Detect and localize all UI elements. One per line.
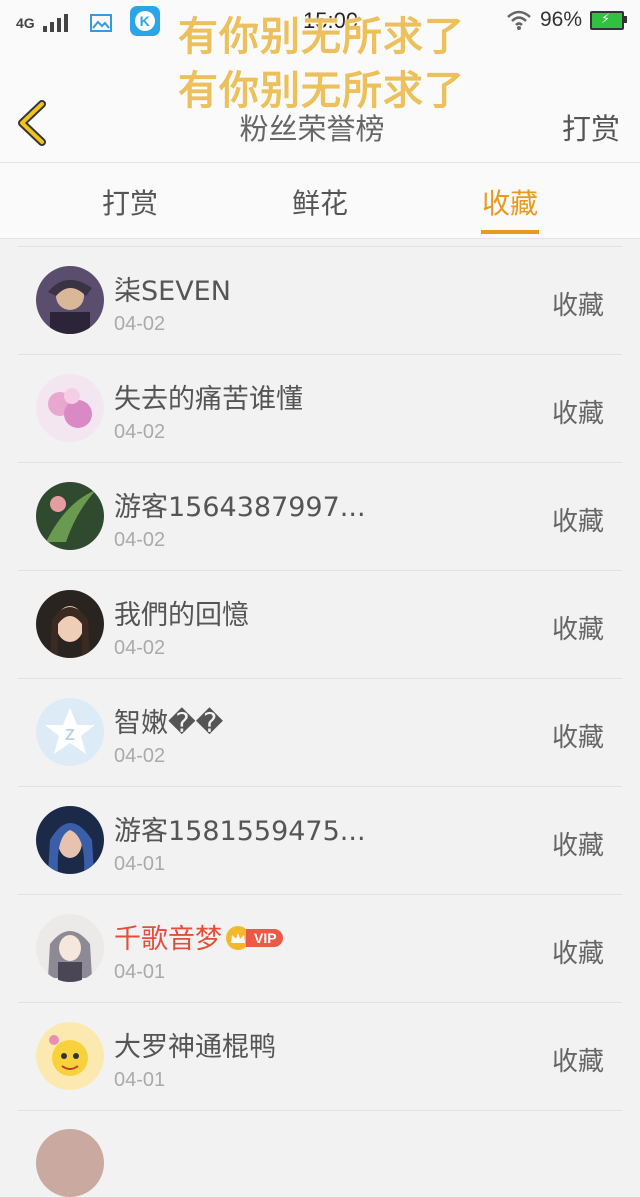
avatar <box>36 266 104 334</box>
item-date: 04-02 <box>114 529 166 551</box>
tab-flowers[interactable]: 鲜花 <box>260 182 380 222</box>
user-name: 游客1581559475... <box>114 816 366 847</box>
avatar <box>36 806 104 874</box>
svg-text:Z: Z <box>65 727 75 744</box>
item-type: 收藏 <box>551 399 604 429</box>
fan-list: 柒SEVEN 04-02 收藏 失去的痛苦谁懂 04-02 收藏 游客15643… <box>18 246 622 1197</box>
wifi-icon <box>507 10 531 30</box>
item-date: 04-02 <box>114 637 166 659</box>
list-item-partial <box>18 1110 622 1197</box>
item-date: 04-02 <box>114 313 166 335</box>
avatar <box>36 482 104 550</box>
active-tab-indicator <box>481 230 539 234</box>
item-type: 收藏 <box>551 291 604 321</box>
list-item[interactable]: 千歌音梦 VIP 04-01 收藏 <box>18 894 622 1002</box>
list-item[interactable]: Z 智嫩�� 04-02 收藏 <box>18 678 622 786</box>
item-type: 收藏 <box>551 615 604 645</box>
item-type: 收藏 <box>551 723 604 753</box>
vip-label: VIP <box>246 928 283 947</box>
tab-bar: 打赏 鲜花 收藏 <box>0 163 640 239</box>
user-name: 我們的回憶 <box>114 600 249 631</box>
item-date: 04-01 <box>114 1069 166 1091</box>
item-type: 收藏 <box>551 1047 604 1077</box>
avatar <box>36 590 104 658</box>
user-name: 游客1564387997... <box>114 492 366 523</box>
item-date: 04-02 <box>114 421 166 443</box>
item-type: 收藏 <box>551 831 604 861</box>
avatar <box>36 914 104 982</box>
list-item[interactable]: 大罗神通棍鸭 04-01 收藏 <box>18 1002 622 1110</box>
user-name: 柒SEVEN <box>114 276 231 307</box>
kugou-app-icon: K <box>129 6 160 36</box>
overlay-caption-2: 有你别无所求了 <box>178 68 465 114</box>
user-name: 智嫩�� <box>114 708 224 739</box>
user-name: 千歌音梦 <box>114 924 222 955</box>
avatar: Z <box>36 698 104 766</box>
item-date: 04-01 <box>114 853 166 875</box>
tab-favorites[interactable]: 收藏 <box>450 182 570 222</box>
list-item[interactable]: 我們的回憶 04-02 收藏 <box>18 570 622 678</box>
list-item[interactable]: 游客1581559475... 04-01 收藏 <box>18 786 622 894</box>
item-type: 收藏 <box>551 939 604 969</box>
gallery-icon <box>89 14 112 32</box>
network-type: 4G <box>16 15 35 31</box>
battery-icon: ⚡ <box>590 10 627 30</box>
tab-tip[interactable]: 打赏 <box>70 182 190 222</box>
list-item[interactable]: 游客1564387997... 04-02 收藏 <box>18 462 622 570</box>
overlay-caption-1: 有你别无所求了 <box>178 14 465 60</box>
signal-icon <box>42 14 68 32</box>
tip-button[interactable]: 打赏 <box>562 106 620 148</box>
list-item[interactable]: 失去的痛苦谁懂 04-02 收藏 <box>18 354 622 462</box>
item-type: 收藏 <box>551 507 604 537</box>
avatar <box>36 1022 104 1090</box>
item-date: 04-02 <box>114 745 166 767</box>
battery-percent: 96% <box>539 8 582 31</box>
user-name-vip: 千歌音梦 VIP <box>114 917 283 956</box>
avatar <box>36 374 104 442</box>
list-item[interactable]: 柒SEVEN 04-02 收藏 <box>18 246 622 354</box>
vip-badge: VIP <box>226 925 283 950</box>
user-name: 大罗神通棍鸭 <box>114 1032 276 1063</box>
user-name: 失去的痛苦谁懂 <box>114 384 303 415</box>
avatar <box>36 1129 104 1197</box>
item-date: 04-01 <box>114 961 166 983</box>
